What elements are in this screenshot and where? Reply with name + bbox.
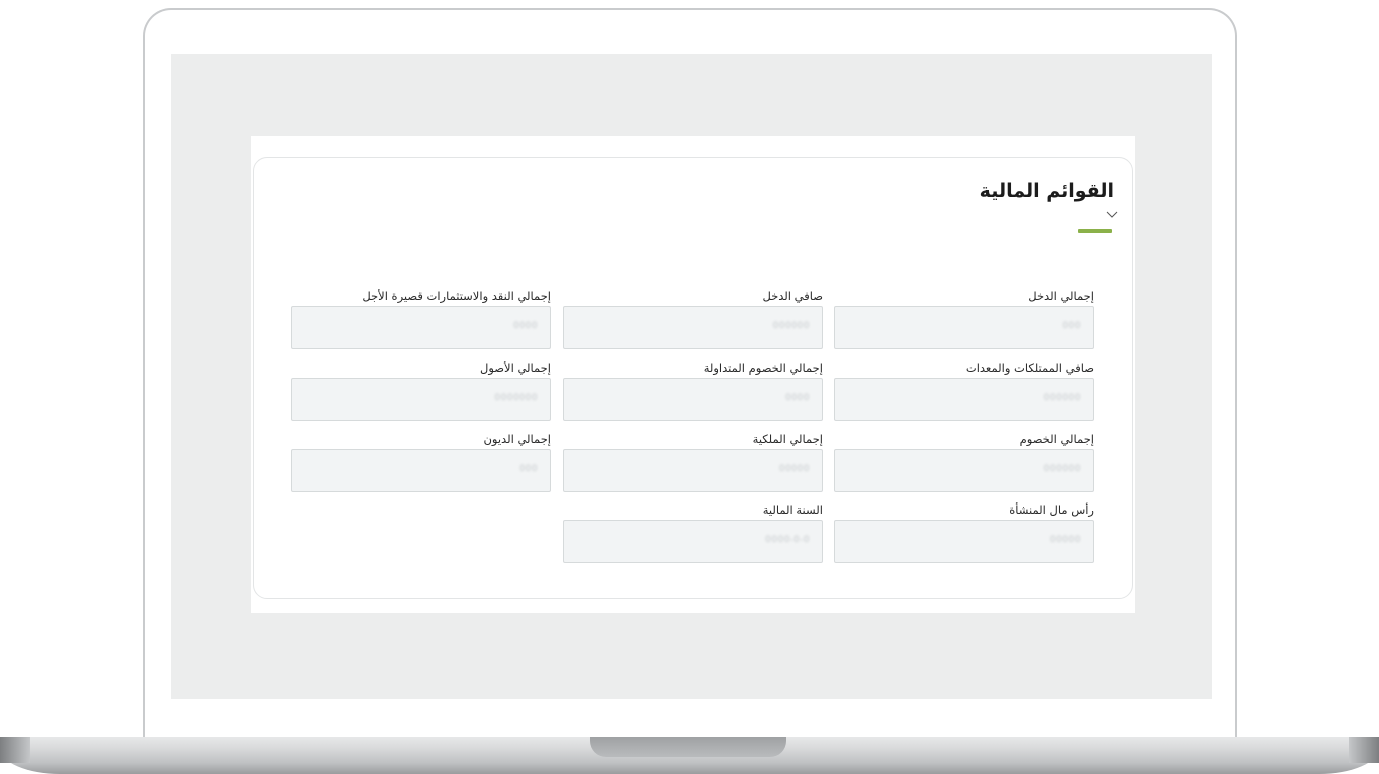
laptop-base-edge-right [1349,737,1379,763]
total-debts-value: 000 [519,464,538,474]
total-equity-value: 00000 [778,464,810,474]
net-property-equipment-value: 000000 [1043,393,1081,403]
title-accent-bar [1078,229,1112,233]
total-cash-short-term-field[interactable]: 0000 [291,306,551,349]
fiscal-year-field[interactable]: 0000-0-0 [563,520,823,563]
total-income-label: إجمالي الدخل [1028,289,1094,303]
laptop-notch [590,737,786,757]
capital-value: 00000 [1049,535,1081,545]
capital-field[interactable]: 00000 [834,520,1094,563]
total-current-liabilities-label: إجمالي الخصوم المتداولة [703,361,823,375]
net-income-field[interactable]: 000000 [563,306,823,349]
total-current-liabilities-value: 0000 [785,393,810,403]
laptop-base-edge-left [0,737,30,763]
total-assets-value: 0000000 [494,393,538,403]
total-assets-field[interactable]: 0000000 [291,378,551,421]
laptop-bezel [145,699,1235,737]
total-liabilities-field[interactable]: 000000 [834,449,1094,492]
capital-label: رأس مال المنشأة [1009,503,1094,517]
chevron-down-icon[interactable] [1106,211,1118,219]
total-debts-label: إجمالي الديون [483,432,551,446]
total-liabilities-value: 000000 [1043,464,1081,474]
total-income-field[interactable]: 000 [834,306,1094,349]
fiscal-year-value: 0000-0-0 [765,535,810,545]
fiscal-year-label: السنة المالية [762,503,823,517]
total-equity-field[interactable]: 00000 [563,449,823,492]
total-assets-label: إجمالي الأصول [479,361,551,375]
net-property-equipment-field[interactable]: 000000 [834,378,1094,421]
total-current-liabilities-field[interactable]: 0000 [563,378,823,421]
total-cash-short-term-value: 0000 [513,321,538,331]
net-property-equipment-label: صافي الممتلكات والمعدات [965,361,1094,375]
total-cash-short-term-label: إجمالي النقد والاستثمارات قصيرة الأجل [362,289,551,303]
net-income-value: 000000 [772,321,810,331]
total-debts-field[interactable]: 000 [291,449,551,492]
total-income-value: 000 [1062,321,1081,331]
section-title: القوائم المالية [979,180,1114,202]
total-equity-label: إجمالي الملكية [752,432,823,446]
total-liabilities-label: إجمالي الخصوم [1019,432,1094,446]
net-income-label: صافي الدخل [762,289,823,303]
